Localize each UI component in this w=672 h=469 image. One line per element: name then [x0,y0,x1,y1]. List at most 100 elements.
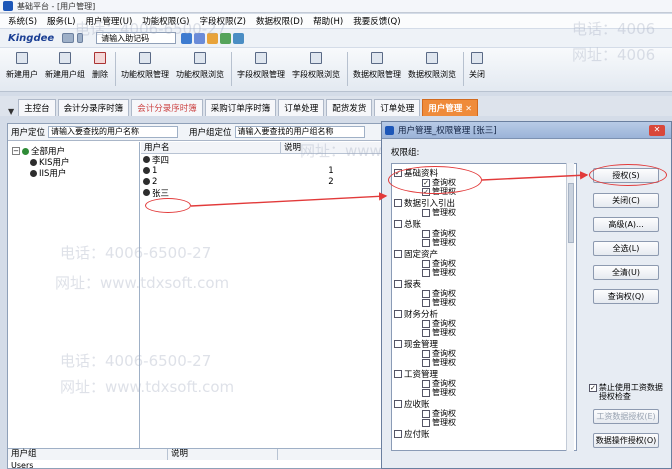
salary-data-grant-button[interactable]: 工资数据授权(E) [593,409,659,424]
user-highlight-ring [145,198,191,213]
group-checkbox[interactable] [394,220,402,228]
close-icon[interactable]: ✕ [465,104,472,113]
table-row[interactable]: 2 2 [141,176,388,187]
permission-group[interactable]: 报表 [394,278,421,290]
table-row-selected[interactable]: 张三 [141,187,388,199]
menu-user-management[interactable]: 用户管理(U) [85,15,132,27]
group-checkbox[interactable] [394,430,402,438]
column-username[interactable]: 用户名 [141,142,281,153]
folder-icon[interactable] [207,32,219,44]
group-checkbox[interactable] [394,370,402,378]
item-checkbox[interactable] [422,208,430,217]
tab-delivery[interactable]: 配货发货 [326,99,373,116]
menu-data-permission[interactable]: 数据权限(D) [256,15,303,27]
menu-help[interactable]: 帮助(H) [313,15,343,27]
permission-item[interactable]: 管理权 [422,237,456,248]
toolbar: 新建用户 新建用户组 删除 功能权限管理 功能权限浏览 字段权限管理 字段权限浏… [0,48,672,92]
group-checkbox[interactable] [394,400,402,408]
item-checkbox[interactable] [422,298,430,307]
user-search-input[interactable]: 请输入要查找的用户名称 [48,126,179,138]
permission-item[interactable]: 管理权 [422,387,456,398]
toolbar-divider [463,52,464,86]
dialog-close-button[interactable]: ✕ [649,125,665,136]
column-description[interactable]: 说明 [281,142,388,153]
mnemonic-input[interactable]: 请输入助记码 [96,32,177,44]
close-button[interactable]: 关闭 [469,52,485,80]
menu-service[interactable]: 服务(L) [47,15,75,27]
column-group-description[interactable]: 说明 [168,449,278,460]
field-browse-icon [310,52,322,64]
user-icon [30,169,37,177]
tab-order-processing[interactable]: 订单处理 [278,99,325,116]
go-icon[interactable] [181,32,193,44]
menu-function-permission[interactable]: 功能权限(G) [142,15,189,27]
mail-icon[interactable] [233,32,245,44]
tab-journal-1[interactable]: 会计分录序时簿 [57,99,130,116]
group-row[interactable]: Users [8,461,388,469]
toolbar-divider [347,52,348,86]
delete-button[interactable]: 删除 [92,52,108,80]
permission-group-label: 权限组: [391,148,420,158]
close-dialog-button[interactable]: 关闭(C) [593,193,659,208]
title-bar: 基础平台 - [用户管理] [0,0,672,13]
item-checkbox[interactable] [422,418,430,427]
data-permission-browse-button[interactable]: 数据权限浏览 [408,52,456,80]
data-permission-manage-button[interactable]: 数据权限管理 [353,52,401,80]
tab-journal-2[interactable]: 会计分录序时簿 [131,99,203,116]
query-permission-button[interactable]: 查询权(Q) [593,289,659,304]
tab-user-management[interactable]: 用户管理 ✕ [422,99,478,116]
group-checkbox[interactable] [394,340,402,348]
message-icon[interactable] [194,32,206,44]
permission-item[interactable]: 管理权 [422,297,456,308]
forbid-checkbox[interactable]: ✓ [589,384,597,392]
tab-purchase-orders[interactable]: 采购订单序时簿 [204,99,277,116]
new-user-group-button[interactable]: 新建用户组 [45,52,85,80]
menu-feedback[interactable]: 我要反馈(Q) [353,15,400,27]
item-checkbox[interactable] [422,238,430,247]
forbid-salary-check[interactable]: ✓ 禁止使用工资数据授权检查 [589,383,669,401]
collapse-icon[interactable]: − [12,147,20,155]
tree-item-iis[interactable]: IIS用户 [30,167,66,179]
select-all-button[interactable]: 全选(L) [593,241,659,256]
item-checkbox[interactable] [422,358,430,367]
menu-system[interactable]: 系统(S) [8,15,37,27]
item-checkbox[interactable] [422,328,430,337]
dropdown-icon[interactable] [77,33,84,43]
permission-item[interactable]: 管理权 [422,327,456,338]
tab-dropdown-icon[interactable]: ▼ [8,107,14,116]
field-permission-browse-button[interactable]: 字段权限浏览 [292,52,340,80]
item-checkbox[interactable] [422,388,430,397]
group-checkbox[interactable] [394,199,402,207]
group-checkbox[interactable] [394,310,402,318]
group-checkbox[interactable] [394,250,402,258]
column-user-group[interactable]: 用户组 [8,449,168,460]
home-icon[interactable] [62,33,75,43]
scrollbar-thumb[interactable] [568,183,574,243]
menu-field-permission[interactable]: 字段权限(Z) [200,15,246,27]
item-checkbox[interactable] [422,268,430,277]
new-user-button[interactable]: 新建用户 [6,52,38,80]
permission-scrollbar[interactable] [566,163,574,451]
field-permission-manage-button[interactable]: 字段权限管理 [237,52,285,80]
tab-main-console[interactable]: 主控台 [18,99,56,116]
data-operation-grant-button[interactable]: 数据操作授权(O) [593,433,659,448]
group-checkbox[interactable] [394,280,402,288]
user-list-header: 用户名 说明 [141,142,388,154]
permission-group[interactable]: 总账 [394,218,421,230]
function-permission-manage-button[interactable]: 功能权限管理 [121,52,169,80]
permission-item[interactable]: 管理权 [422,417,456,428]
permission-item[interactable]: 管理权 [422,267,456,278]
refresh-icon[interactable] [220,32,232,44]
permission-item[interactable]: 管理权 [422,207,456,218]
table-row[interactable]: 李四 [141,154,388,166]
group-list-header: 用户组 说明 [8,448,388,460]
table-row[interactable]: 1 1 [141,165,388,176]
clear-all-button[interactable]: 全清(U) [593,265,659,280]
tab-order-processing-2[interactable]: 订单处理 [374,99,421,116]
group-search-input[interactable]: 请输入要查找的用户组名称 [234,126,365,138]
function-permission-browse-button[interactable]: 功能权限浏览 [176,52,224,80]
permission-item[interactable]: 管理权 [422,357,456,368]
advanced-button[interactable]: 高级(A)... [593,217,659,232]
permission-group[interactable]: 应付账 [394,428,430,440]
dialog-app-icon [385,125,394,135]
